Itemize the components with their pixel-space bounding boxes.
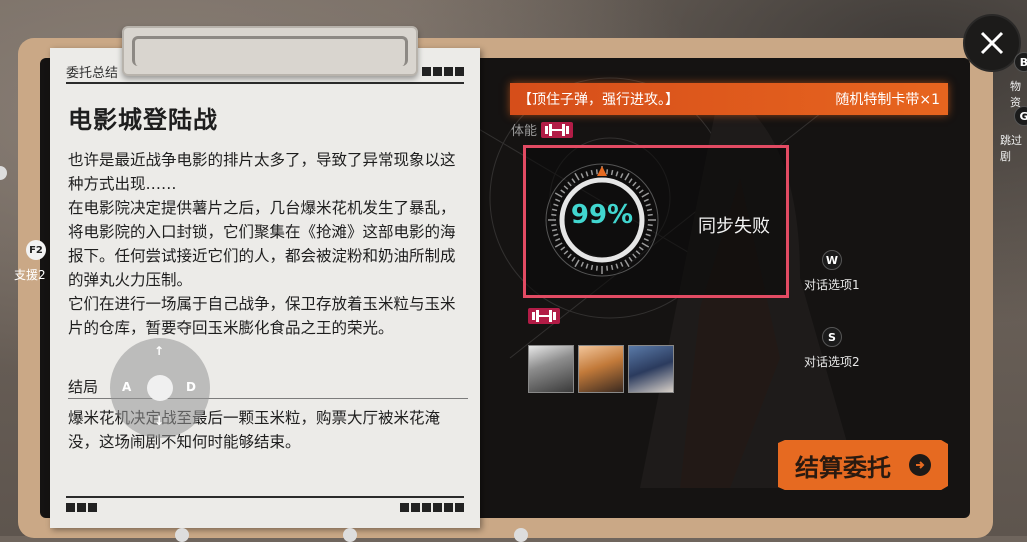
skip-label[interactable]: 跳过剧 <box>1000 132 1027 164</box>
gauge-tick <box>574 259 580 268</box>
description-paragraph: 在电影院决定提供薯片之后，几台爆米花机发生了暴乱，将电影院的入口封锁，它们聚集在… <box>68 199 456 289</box>
movement-dpad[interactable]: ↑ A D ↓ <box>110 338 210 438</box>
edge-indicator <box>175 528 189 542</box>
dpad-left-key: A <box>122 380 132 394</box>
description-paragraph: 它们在进行一场属于自己战争，保卫存放着玉米粒与玉米片的仓库，暂要夺回玉米膨化食品… <box>68 295 456 337</box>
gauge-tick <box>638 189 644 194</box>
description-paragraph: 也许是最近战争电影的排片太多了，导致了异常现象以这种方式出现…… <box>68 151 456 193</box>
gauge-tick <box>615 171 619 177</box>
gauge-tick <box>638 246 644 251</box>
support-hotkey[interactable]: F2 <box>26 240 46 260</box>
gauge-tick <box>585 263 589 269</box>
dpad-down-icon: ↓ <box>154 414 165 428</box>
ending-heading: 结局 <box>68 378 99 396</box>
gauge-tick <box>643 238 649 242</box>
dialogue-option1-label[interactable]: 对话选项1 <box>804 276 860 293</box>
dumbbell-icon <box>541 121 574 138</box>
dumbbell-icon <box>528 308 560 324</box>
settle-commission-button[interactable]: 结算委托 <box>778 440 948 490</box>
banner-text: 【顶住子弹，强行进攻。】 <box>518 92 679 108</box>
dialogue-option2-label[interactable]: 对话选项2 <box>804 353 860 370</box>
gauge-tick <box>628 256 633 262</box>
gauge-tick <box>628 178 633 184</box>
gauge-tick <box>635 250 641 255</box>
gauge-tick <box>610 264 614 271</box>
stamina-label: 体能 <box>511 120 574 139</box>
gauge-tick <box>595 265 598 271</box>
dpad-right-key: D <box>186 380 196 394</box>
edge-indicator <box>343 528 357 542</box>
footer-barcode-icon <box>400 502 464 512</box>
sync-percentage: 99% <box>570 200 634 230</box>
edge-indicator <box>514 528 528 542</box>
skip-hotkey[interactable]: G <box>1014 106 1027 126</box>
clipboard-clip <box>122 26 418 76</box>
inventory-hotkey[interactable]: B <box>1014 52 1027 72</box>
gauge-tick <box>632 181 637 187</box>
dialogue-option2-key[interactable]: S <box>822 327 842 347</box>
settle-label: 结算委托 <box>795 453 891 482</box>
gauge-tick <box>620 173 624 179</box>
gauge-tick <box>555 238 561 242</box>
close-button[interactable] <box>963 14 1021 72</box>
gauge-tick <box>641 192 650 198</box>
dpad-center <box>147 375 173 401</box>
close-icon <box>980 31 1004 55</box>
stamina-text: 体能 <box>511 124 538 139</box>
gauge-tick <box>590 264 594 271</box>
gauge-tick <box>571 256 576 262</box>
character-avatar <box>578 345 624 393</box>
gauge-tick <box>641 242 650 248</box>
gauge-tick <box>563 250 569 255</box>
character-avatar <box>628 345 674 393</box>
team-avatars <box>528 345 674 393</box>
dialogue-option1-key[interactable]: W <box>822 250 842 270</box>
banner-reward: 随机特制卡带×1 <box>835 92 940 108</box>
commission-title: 电影城登陆战 <box>68 106 218 134</box>
footer-barcode-icon <box>66 502 97 512</box>
gauge-tick <box>560 246 566 251</box>
gauge-tick <box>554 242 563 248</box>
gauge-tick <box>580 261 584 267</box>
gauge-tick <box>571 178 576 184</box>
gauge-tick <box>554 192 563 198</box>
gauge-tick <box>585 171 589 177</box>
gauge-tick <box>590 169 594 176</box>
gauge-tick <box>635 185 641 190</box>
paper-header-label: 委托总结 <box>66 65 119 81</box>
paper-footer <box>66 496 464 516</box>
header-barcode-icon <box>422 66 464 76</box>
gauge-tick <box>606 169 609 175</box>
gauge-tick <box>567 181 572 187</box>
gauge-tick <box>615 263 619 269</box>
commission-summary-paper: 委托总结 电影城登陆战 也许是最近战争电影的排片太多了，导致了异常现象以这种方式… <box>50 48 480 528</box>
gauge-tick <box>580 173 584 179</box>
gauge-tick <box>624 172 630 181</box>
gauge-tick <box>563 185 569 190</box>
gauge-tick <box>567 253 572 259</box>
gauge-tick <box>620 261 624 267</box>
gauge-tick <box>553 233 559 237</box>
sync-status-text: 同步失败 <box>698 216 770 237</box>
gauge-tick <box>595 169 598 175</box>
dpad-up-icon: ↑ <box>154 344 165 358</box>
sync-result-box: 99% 同步失败 <box>523 145 789 298</box>
gauge-tick <box>610 169 614 176</box>
arrow-right-icon <box>909 454 931 476</box>
gauge-tick <box>606 265 609 271</box>
gauge-tick <box>624 259 630 268</box>
gauge-tick <box>645 233 651 237</box>
support-hotkey-label: 支援2 <box>14 268 46 282</box>
gauge-tick <box>574 172 580 181</box>
reward-banner: 【顶住子弹，强行进攻。】 随机特制卡带×1 <box>510 83 948 115</box>
gauge-tick <box>560 189 566 194</box>
commission-description: 也许是最近战争电影的排片太多了，导致了异常现象以这种方式出现…… 在电影院决定提… <box>68 148 468 340</box>
gauge-tick <box>632 253 637 259</box>
character-avatar <box>528 345 574 393</box>
